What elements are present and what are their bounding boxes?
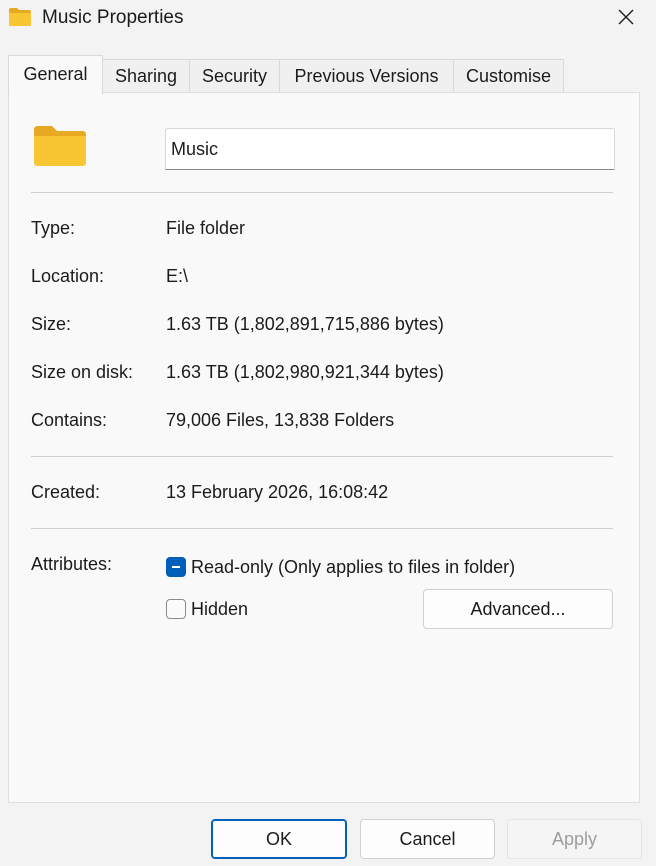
- size-on-disk-value: 1.63 TB (1,802,980,921,344 bytes): [166, 362, 444, 382]
- divider: [31, 528, 613, 529]
- readonly-label[interactable]: Read-only (Only applies to files in fold…: [191, 555, 515, 579]
- ok-button[interactable]: OK: [211, 819, 347, 859]
- contains-label: Contains:: [31, 410, 108, 430]
- created-value: 13 February 2026, 16:08:42: [166, 482, 389, 502]
- attributes-label: Attributes:: [31, 554, 113, 574]
- tab-panel-general: [8, 92, 640, 803]
- divider: [31, 192, 613, 193]
- divider: [31, 456, 613, 457]
- tab-sharing[interactable]: Sharing: [102, 59, 190, 92]
- folder-icon: [9, 8, 31, 26]
- location-label: Location:: [31, 266, 105, 286]
- tab-general[interactable]: General: [8, 55, 103, 94]
- size-label: Size:: [31, 314, 72, 334]
- size-on-disk-label: Size on disk:: [31, 362, 134, 382]
- location-value: E:\: [166, 266, 189, 286]
- created-label: Created:: [31, 482, 101, 502]
- hidden-label[interactable]: Hidden: [191, 597, 248, 621]
- hidden-checkbox[interactable]: [166, 599, 186, 619]
- close-button[interactable]: [604, 0, 648, 34]
- tab-previous-versions[interactable]: Previous Versions: [279, 59, 454, 92]
- cancel-button[interactable]: Cancel: [360, 819, 495, 859]
- type-label: Type:: [31, 218, 76, 238]
- tab-security[interactable]: Security: [189, 59, 280, 92]
- tab-customise[interactable]: Customise: [453, 59, 564, 92]
- apply-button[interactable]: Apply: [507, 819, 642, 859]
- size-value: 1.63 TB (1,802,891,715,886 bytes): [166, 314, 444, 334]
- folder-icon: [34, 126, 86, 166]
- window-title: Music Properties: [42, 7, 184, 28]
- folder-name-input[interactable]: [165, 128, 615, 170]
- type-value: File folder: [166, 218, 246, 238]
- title-bar: Music Properties: [0, 0, 656, 38]
- contains-value: 79,006 Files, 13,838 Folders: [166, 410, 395, 430]
- close-icon: [618, 9, 634, 25]
- readonly-checkbox[interactable]: [166, 557, 186, 577]
- advanced-button[interactable]: Advanced...: [423, 589, 613, 629]
